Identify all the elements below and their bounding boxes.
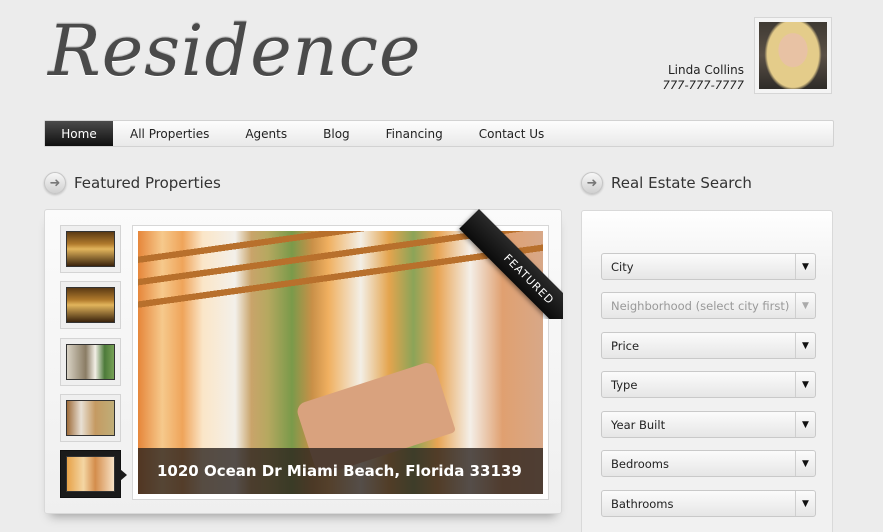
nav-all-properties[interactable]: All Properties bbox=[113, 121, 227, 146]
thumbnail-image bbox=[66, 400, 115, 436]
select-label: Bedrooms bbox=[611, 456, 670, 471]
price-select[interactable]: Price ▼ bbox=[601, 332, 816, 359]
type-select[interactable]: Type ▼ bbox=[601, 371, 816, 398]
select-label: Type bbox=[611, 377, 638, 392]
select-label: Price bbox=[611, 338, 640, 353]
agent-contact: Linda Collins 777-777-7777 bbox=[663, 63, 744, 93]
select-label: City bbox=[611, 259, 634, 274]
neighborhood-select[interactable]: Neighborhood (select city first) ▼ bbox=[601, 292, 816, 319]
featured-ribbon-label: FEATURED bbox=[459, 209, 563, 319]
bedrooms-select[interactable]: Bedrooms ▼ bbox=[601, 450, 816, 477]
agent-photo bbox=[759, 22, 827, 89]
bathrooms-select[interactable]: Bathrooms ▼ bbox=[601, 490, 816, 517]
main-nav: Home All Properties Agents Blog Financin… bbox=[44, 120, 834, 147]
site-logo[interactable]: Residence bbox=[48, 16, 421, 86]
thumbnail-1[interactable] bbox=[60, 225, 121, 273]
thumbnail-image bbox=[66, 344, 115, 380]
thumbnail-4[interactable] bbox=[60, 394, 121, 442]
agent-avatar[interactable] bbox=[754, 17, 832, 94]
nav-financing[interactable]: Financing bbox=[368, 121, 461, 146]
nav-contact-us[interactable]: Contact Us bbox=[461, 121, 563, 146]
featured-heading: ➜ Featured Properties bbox=[44, 172, 221, 194]
agent-name: Linda Collins bbox=[668, 63, 744, 77]
chevron-down-icon[interactable]: ▼ bbox=[795, 293, 815, 318]
property-address-caption[interactable]: 1020 Ocean Dr Miami Beach, Florida 33139 bbox=[138, 448, 543, 494]
select-label: Neighborhood (select city first) bbox=[611, 298, 790, 313]
search-title: Real Estate Search bbox=[611, 174, 752, 192]
arrow-right-circle-icon: ➜ bbox=[581, 172, 603, 194]
select-label: Year Built bbox=[611, 417, 666, 432]
search-heading: ➜ Real Estate Search bbox=[581, 172, 752, 194]
thumbnail-image bbox=[66, 287, 115, 323]
nav-agents[interactable]: Agents bbox=[227, 121, 305, 146]
thumbnail-5-active[interactable] bbox=[60, 450, 127, 498]
chevron-down-icon[interactable]: ▼ bbox=[795, 333, 815, 358]
thumbnail-image bbox=[66, 456, 115, 492]
year-built-select[interactable]: Year Built ▼ bbox=[601, 411, 816, 438]
chevron-down-icon[interactable]: ▼ bbox=[795, 372, 815, 397]
chevron-down-icon[interactable]: ▼ bbox=[795, 254, 815, 279]
chevron-down-icon[interactable]: ▼ bbox=[795, 451, 815, 476]
featured-ribbon: FEATURED bbox=[453, 209, 563, 319]
featured-properties-panel: 1020 Ocean Dr Miami Beach, Florida 33139… bbox=[44, 209, 563, 514]
city-select[interactable]: City ▼ bbox=[601, 253, 816, 280]
chevron-down-icon[interactable]: ▼ bbox=[795, 491, 815, 516]
nav-blog[interactable]: Blog bbox=[305, 121, 368, 146]
thumbnail-image bbox=[66, 231, 115, 267]
chevron-down-icon[interactable]: ▼ bbox=[795, 412, 815, 437]
arrow-right-circle-icon: ➜ bbox=[44, 172, 66, 194]
thumbnail-2[interactable] bbox=[60, 281, 121, 329]
featured-title: Featured Properties bbox=[74, 174, 221, 192]
real-estate-search-panel: City ▼ Neighborhood (select city first) … bbox=[581, 210, 833, 532]
nav-home[interactable]: Home bbox=[45, 121, 113, 146]
select-label: Bathrooms bbox=[611, 496, 674, 511]
thumbnail-3[interactable] bbox=[60, 338, 121, 386]
agent-phone: 777-777-7777 bbox=[662, 78, 744, 92]
